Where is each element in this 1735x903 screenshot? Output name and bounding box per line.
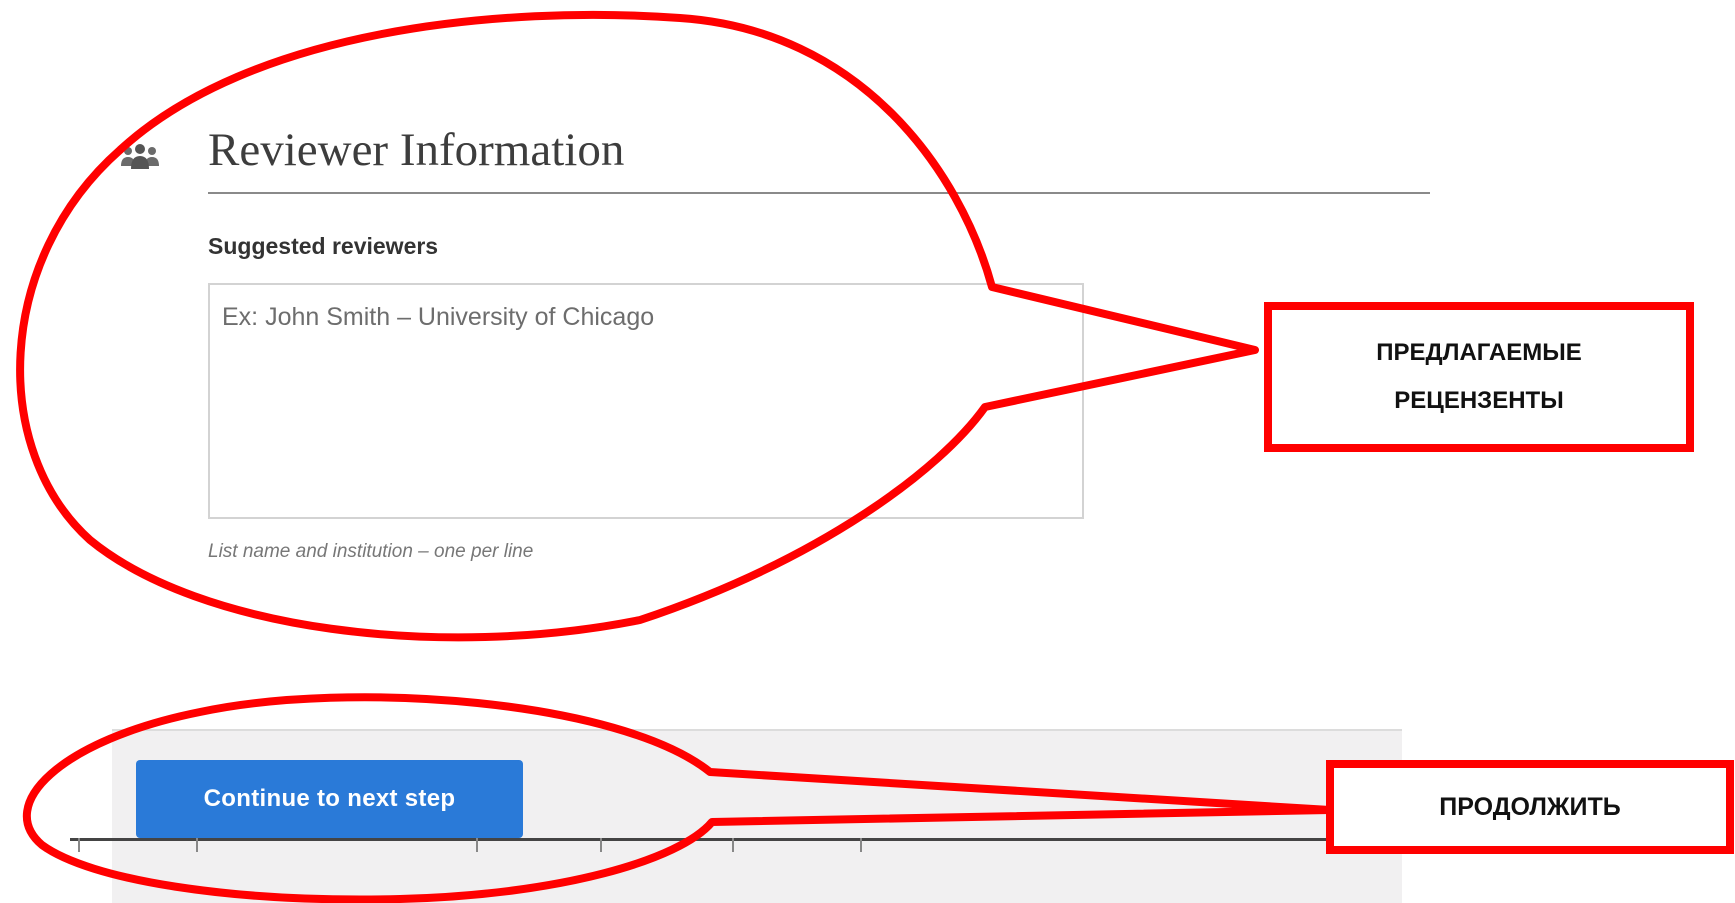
reviewers-highlight-callout bbox=[16, 10, 1259, 642]
continue-callout-label: ПРОДОЛЖИТЬ bbox=[1326, 760, 1734, 854]
continue-highlight-callout bbox=[22, 693, 1334, 903]
reviewers-callout-label: ПРЕДЛАГАЕМЫЕ РЕЦЕНЗЕНТЫ bbox=[1264, 302, 1694, 452]
